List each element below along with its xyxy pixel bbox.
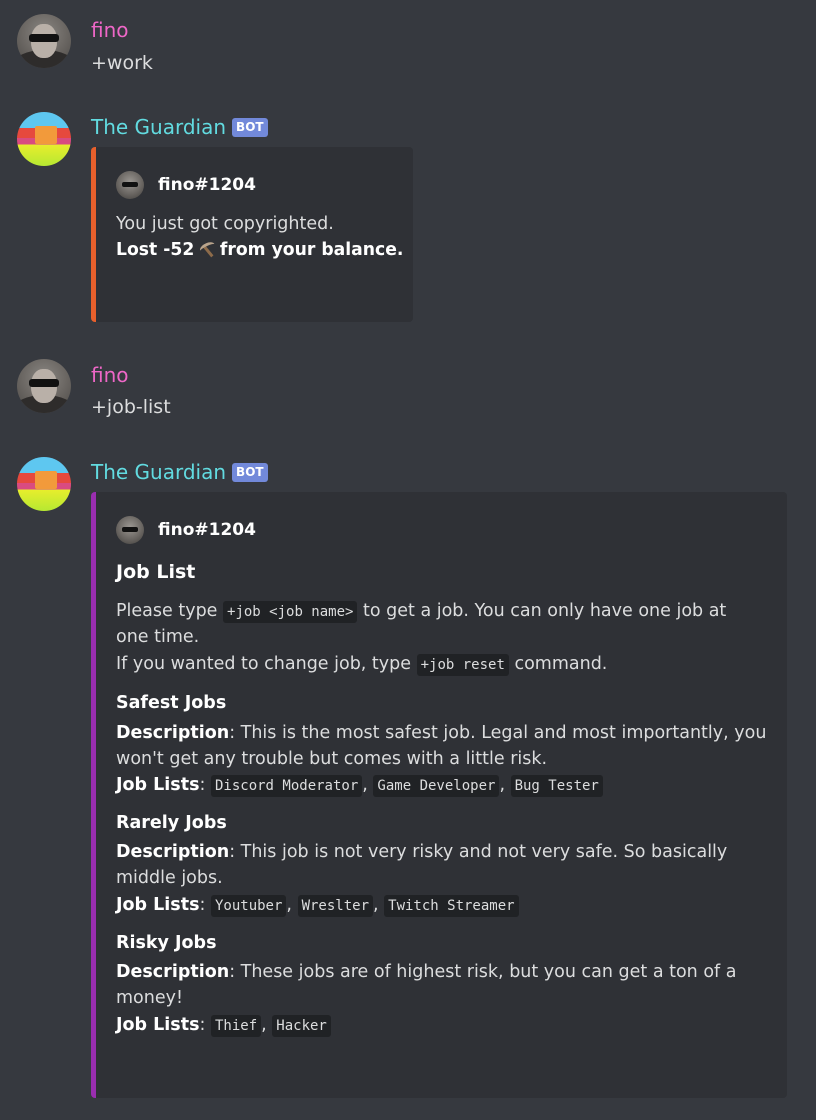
bot-avatar[interactable] (17, 457, 71, 511)
bot-tag-badge: BOT (232, 118, 268, 137)
bot-name[interactable]: The Guardian (91, 460, 226, 484)
embed-title: Job List (116, 561, 196, 583)
username[interactable]: fino (91, 363, 129, 387)
job-name: Bug Tester (510, 775, 603, 797)
message-user-job-list: fino +job-list (0, 359, 816, 419)
embed-description-line2: one time. (116, 627, 200, 647)
job-name: Twitch Streamer (384, 895, 519, 917)
message-user-work: fino +work (0, 14, 816, 74)
embed-job-list: fino#1204 Job List Please type +job <job… (91, 492, 787, 1098)
field-description-line1: Description: This is the most safest job… (116, 723, 767, 743)
embed-work-result: fino#1204 You just got copyrighted. Lost… (91, 147, 413, 322)
loss-suffix: from your balance. (219, 240, 404, 260)
user-avatar[interactable] (17, 359, 71, 413)
embed-author-avatar (116, 516, 144, 544)
job-name: Hacker (272, 1015, 331, 1037)
embed-description-line3: If you wanted to change job, type +job r… (116, 654, 608, 676)
field-name: Safest Jobs (116, 693, 227, 713)
field-description-line2: middle jobs. (116, 868, 223, 888)
field-job-list: Job Lists: Thief, Hacker (116, 1012, 331, 1039)
bot-tag-badge: BOT (232, 463, 268, 482)
embed-author-name[interactable]: fino#1204 (158, 173, 256, 197)
embed-author-name[interactable]: fino#1204 (158, 518, 256, 542)
field-name: Risky Jobs (116, 933, 217, 953)
message-text: +job-list (91, 396, 171, 418)
field-description-line1: Description: This job is not very risky … (116, 842, 728, 862)
field-job-list: Job Lists: Youtuber, Wreslter, Twitch St… (116, 892, 519, 919)
message-text: +work (91, 52, 153, 74)
embed-description-line1: You just got copyrighted. (116, 214, 334, 234)
bot-username[interactable]: The Guardian BOT (91, 460, 268, 484)
user-avatar[interactable] (17, 14, 71, 68)
field-description-line1: Description: These jobs are of highest r… (116, 962, 737, 982)
inline-code: +job reset (416, 654, 509, 676)
field-description-line2: won't get any trouble but comes with a l… (116, 749, 548, 769)
loss-amount: Lost -52 (116, 240, 195, 260)
bot-avatar[interactable] (17, 112, 71, 166)
job-name: Thief (210, 1015, 262, 1037)
job-name: Wreslter (297, 895, 373, 917)
field-description-line2: money! (116, 988, 183, 1008)
job-name: Game Developer (373, 775, 500, 797)
field-job-list: Job Lists: Discord Moderator, Game Devel… (116, 772, 603, 799)
pickaxe-icon (198, 240, 217, 258)
message-bot-work-result: The Guardian BOT fino#1204 You just got c… (0, 112, 816, 324)
chat-log: fino +work The Guardian BOT fino#1204 You… (0, 0, 816, 1120)
embed-author-avatar (116, 171, 144, 199)
inline-code: +job <job name> (223, 601, 358, 623)
field-name: Rarely Jobs (116, 813, 227, 833)
message-bot-job-list: The Guardian BOT fino#1204 Job List Pleas… (0, 457, 816, 1102)
job-name: Discord Moderator (210, 775, 363, 797)
username[interactable]: fino (91, 18, 129, 42)
embed-description-line2: Lost -52 from your balance. (116, 237, 403, 263)
bot-username[interactable]: The Guardian BOT (91, 115, 268, 139)
job-name: Youtuber (210, 895, 287, 917)
bot-name[interactable]: The Guardian (91, 115, 226, 139)
embed-description-line1: Please type +job <job name> to get a job… (116, 601, 727, 623)
